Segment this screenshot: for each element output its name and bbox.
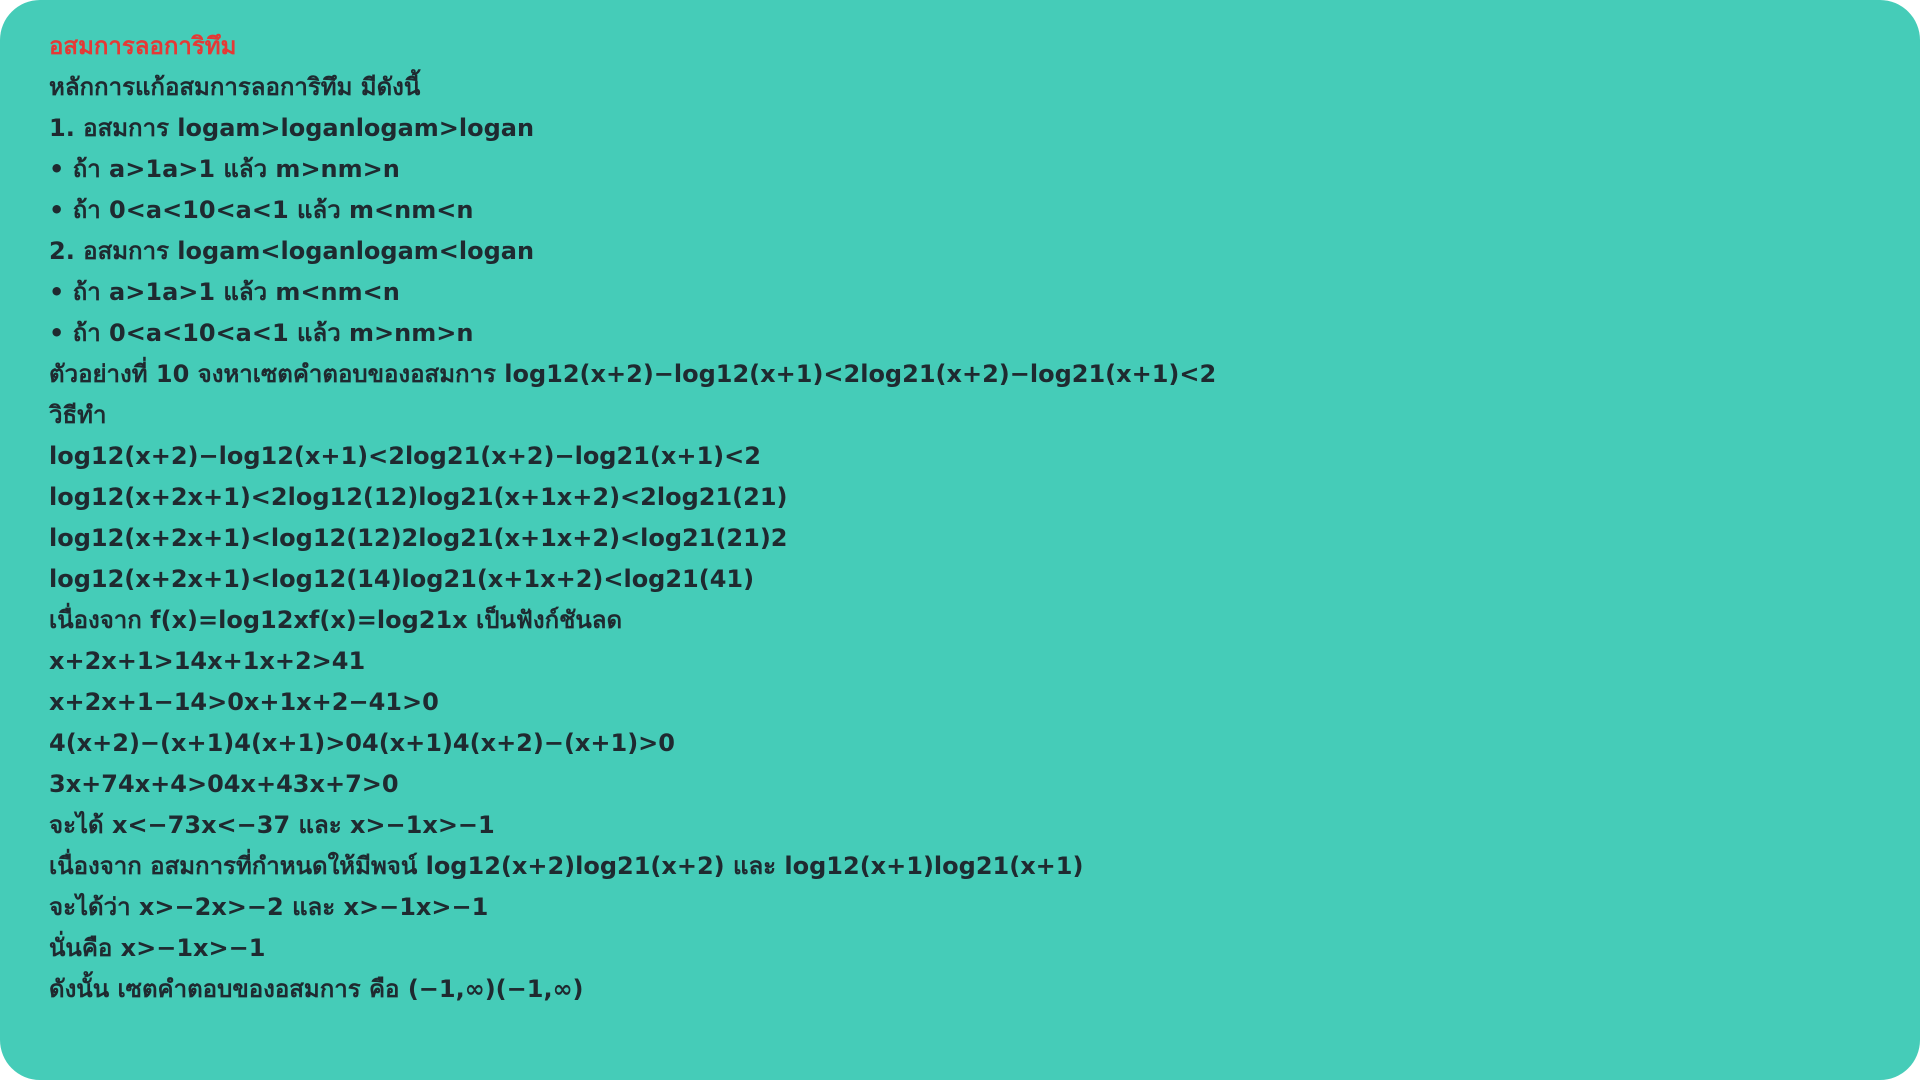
text-line: • ถ้า 0<a<10<a<1 แล้ว m<nm<n [49, 196, 474, 224]
text-lines: หลักการแก้อสมการลอการิทึม มีดังนี้ 1. อส… [49, 67, 1920, 1010]
text-line: จะได้ x<−73x<−37 และ x>−1x>−1 [49, 811, 495, 839]
content-card: อสมการลอการิทึม หลักการแก้อสมการลอการิทึ… [0, 0, 1920, 1080]
text-line: วิธีทำ [49, 401, 107, 429]
text-line: นั่นคือ x>−1x>−1 [49, 934, 266, 962]
text-line: จะได้ว่า x>−2x>−2 และ x>−1x>−1 [49, 893, 489, 921]
text-line: • ถ้า 0<a<10<a<1 แล้ว m>nm>n [49, 319, 474, 347]
text-line: • ถ้า a>1a>1 แล้ว m<nm<n [49, 278, 400, 306]
text-line: ดังนั้น เซตคำตอบของอสมการ คือ (−1,∞)(−1,… [49, 975, 584, 1003]
text-line: x+2x+1−14>0x+1x+2−41>0 [49, 688, 439, 716]
text-line: log12(x+2)−log12(x+1)<2log21(x+2)−log21(… [49, 442, 761, 470]
text-line: 4(x+2)−(x+1)4(x+1)>04(x+1)4(x+2)−(x+1)>0 [49, 729, 675, 757]
text-line: x+2x+1>14x+1x+2>41 [49, 647, 366, 675]
text-line: log12(x+2x+1)<log12(12)2log21(x+1x+2)<lo… [49, 524, 788, 552]
text-line: • ถ้า a>1a>1 แล้ว m>nm>n [49, 155, 400, 183]
text-line: 2. อสมการ logam<loganlogam<logan [49, 237, 535, 265]
text-line: 1. อสมการ logam>loganlogam>logan [49, 114, 535, 142]
text-line: 3x+74x+4>04x+43x+7>0 [49, 770, 399, 798]
text-line: หลักการแก้อสมการลอการิทึม มีดังนี้ [49, 73, 421, 101]
document-title: อสมการลอการิทึม [49, 32, 237, 60]
text-line: เนื่องจาก อสมการที่กำหนดให้มีพจน์ log12(… [49, 852, 1084, 880]
text-line: ตัวอย่างที่ 10 จงหาเซตคำตอบของอสมการ log… [49, 360, 1217, 388]
text-line: log12(x+2x+1)<2log12(12)log21(x+1x+2)<2l… [49, 483, 788, 511]
text-line: log12(x+2x+1)<log12(14)log21(x+1x+2)<log… [49, 565, 755, 593]
text-line: เนื่องจาก f(x)=log12xf(x)=log21x เป็นฟัง… [49, 606, 623, 634]
